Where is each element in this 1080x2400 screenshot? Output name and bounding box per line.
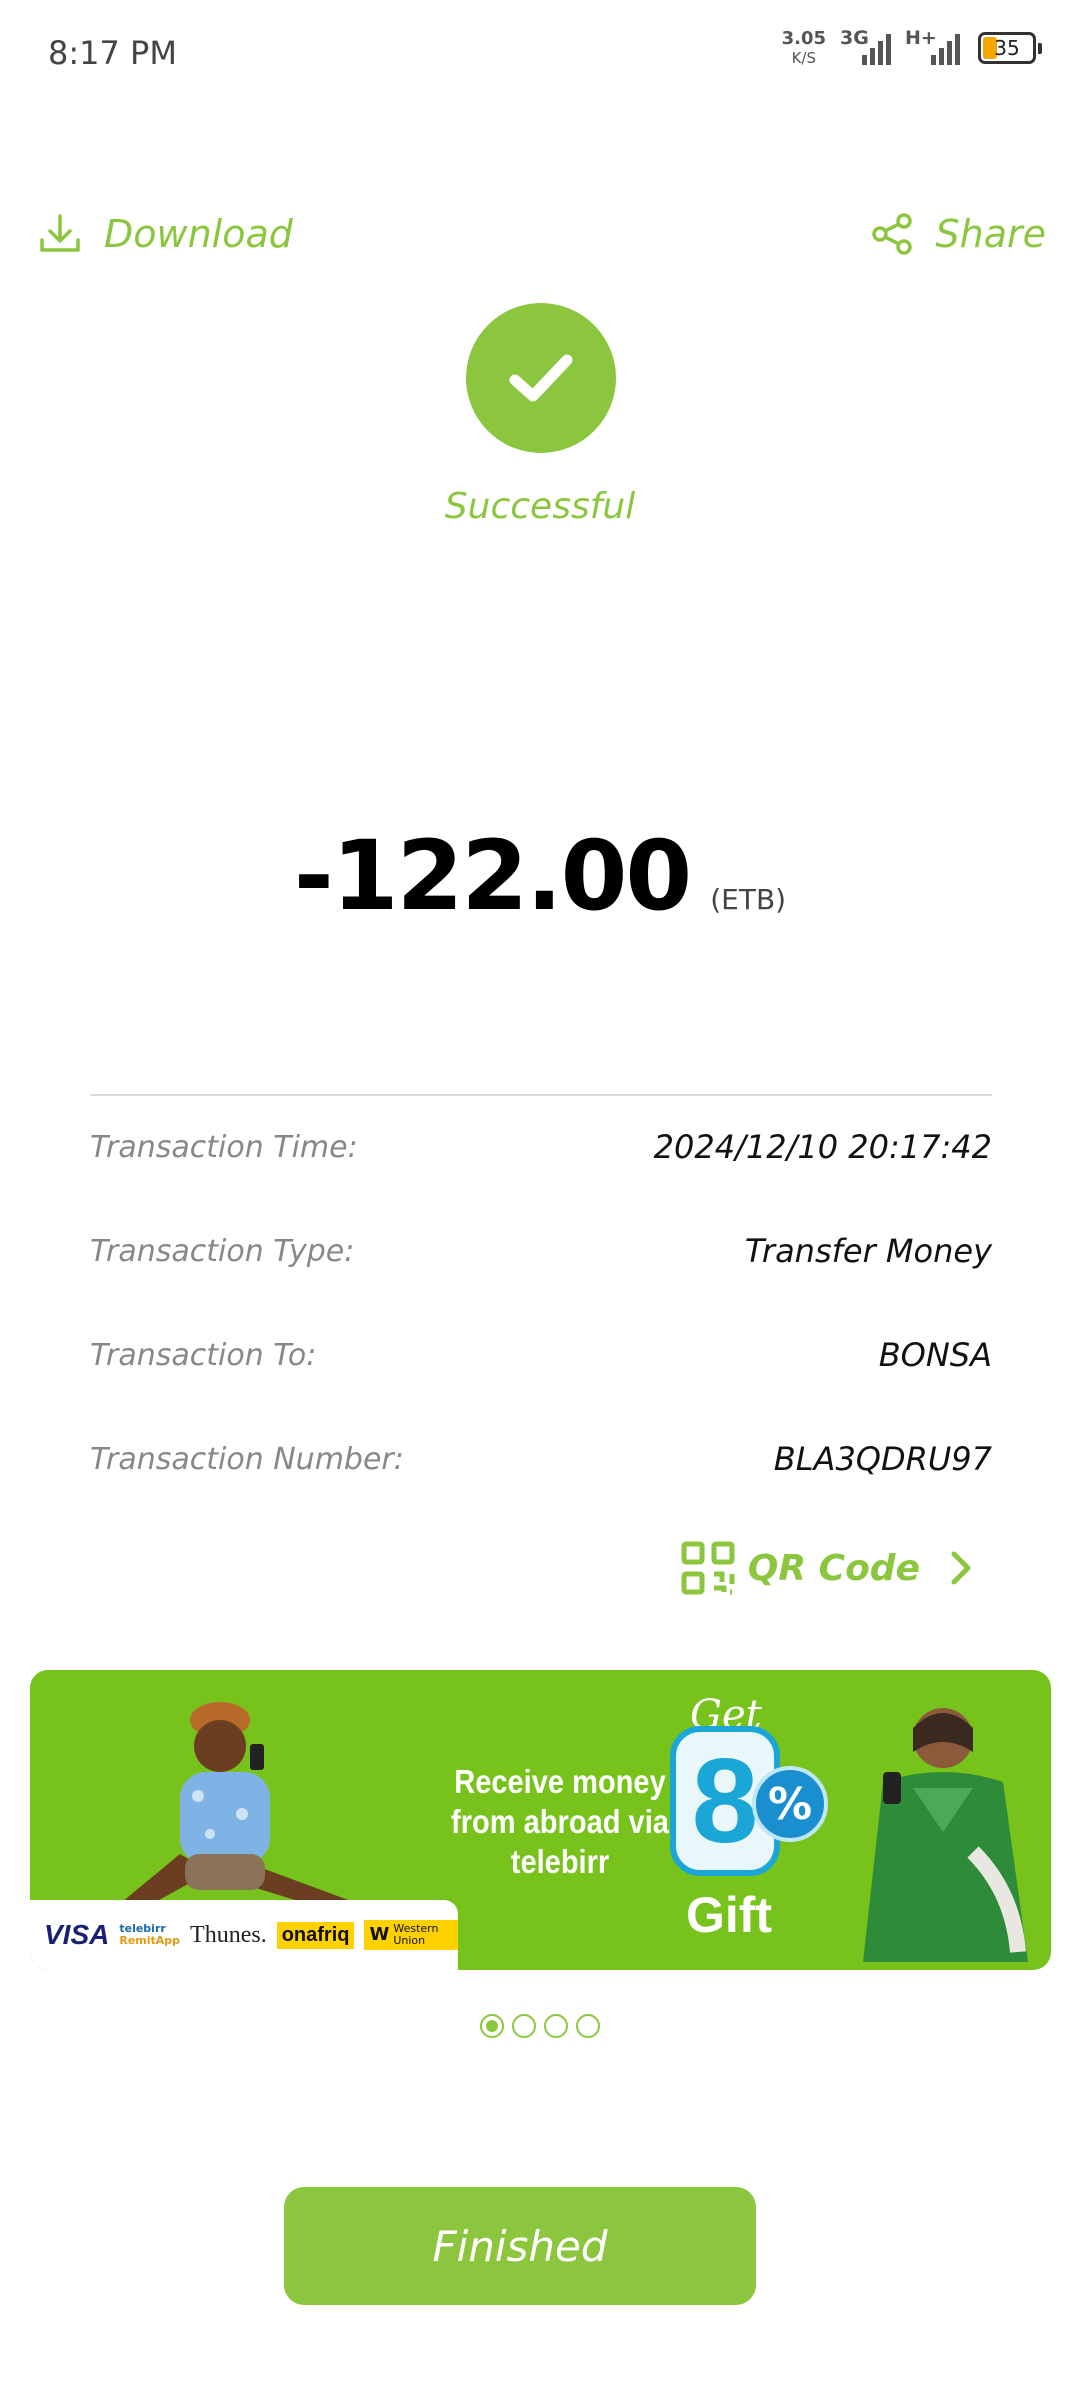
onafriq-logo: onafriq (276, 1921, 355, 1949)
detail-row-to: Transaction To: BONSA (90, 1336, 992, 1374)
partner-logos: VISA telebirr RemitApp Thunes. onafriq W… (30, 1900, 458, 1970)
detail-value: BLA3QDRU97 (773, 1440, 992, 1478)
signal-hplus-label: H+ (905, 27, 937, 49)
thunes-logo: Thunes. (190, 1921, 267, 1948)
transaction-status: Successful (444, 486, 636, 527)
detail-value: Transfer Money (744, 1232, 992, 1270)
divider (90, 1094, 992, 1096)
share-icon (871, 213, 912, 255)
battery-level: 35 (994, 36, 1020, 60)
battery-icon: 35 (978, 32, 1042, 64)
share-button[interactable]: Share (870, 212, 1047, 256)
success-check-icon (466, 303, 616, 453)
signal-hplus-icon: H+ (905, 27, 960, 65)
detail-label: Transaction Time: (90, 1129, 358, 1165)
carousel-pagination (0, 2014, 1080, 2038)
status-time: 8:17 PM (48, 34, 177, 72)
detail-row-time: Transaction Time: 2024/12/10 20:17:42 (90, 1128, 992, 1166)
remit-app-logo: telebirr RemitApp (119, 1923, 180, 1947)
download-icon (40, 214, 80, 252)
detail-label: Transaction Number: (90, 1441, 404, 1477)
share-label: Share (935, 212, 1047, 256)
detail-value: BONSA (878, 1336, 992, 1374)
banner-headline: Receive money from abroad via telebirr (451, 1763, 669, 1880)
carousel-dot[interactable] (512, 2014, 536, 2038)
remit-app-text: RemitApp (119, 1934, 181, 1947)
promo-man-illustration (110, 1702, 370, 1924)
qr-code-icon (681, 1541, 735, 1595)
promo-banner[interactable]: Receive money from abroad via telebirr G… (30, 1670, 1051, 1970)
network-speed-value: 3.05 (781, 28, 826, 49)
network-speed: 3.05 K/S (782, 30, 826, 66)
detail-value: 2024/12/10 20:17:42 (653, 1128, 992, 1166)
detail-row-type: Transaction Type: Transfer Money (90, 1232, 992, 1270)
signal-3g-icon: 3G (840, 27, 891, 65)
finished-button[interactable]: Finished (284, 2187, 756, 2305)
transaction-amount: -122.00 (293, 820, 692, 932)
carousel-dot[interactable] (576, 2014, 600, 2038)
download-label: Download (104, 212, 293, 256)
carousel-dot[interactable] (480, 2014, 504, 2038)
qr-code-label: QR Code (747, 1547, 920, 1589)
promo-woman-illustration (863, 1708, 1028, 1962)
amount-row: -122.00 (ETB) (0, 820, 1080, 932)
currency-label: (ETB) (710, 883, 787, 916)
banner-gift-text: Gift (686, 1887, 773, 1943)
western-union-logo: W Western Union (364, 1920, 458, 1950)
western-union-text: Western Union (393, 1922, 439, 1947)
visa-logo: VISA (44, 1919, 110, 1950)
download-button[interactable]: Download (38, 212, 293, 256)
detail-label: Transaction To: (90, 1337, 317, 1373)
network-speed-unit: K/S (791, 49, 816, 67)
banner-percent-badge: % (752, 1766, 828, 1842)
qr-code-link[interactable]: QR Code (680, 1540, 976, 1596)
status-icons: 3.05 K/S 3G H+ 35 (782, 27, 1042, 66)
detail-row-number: Transaction Number: BLA3QDRU97 (90, 1440, 992, 1478)
detail-label: Transaction Type: (90, 1233, 355, 1269)
signal-3g-label: 3G (840, 27, 869, 49)
carousel-dot[interactable] (544, 2014, 568, 2038)
chevron-right-icon (951, 1551, 971, 1585)
status-bar: 8:17 PM 3.05 K/S 3G H+ 35 (0, 0, 1080, 110)
